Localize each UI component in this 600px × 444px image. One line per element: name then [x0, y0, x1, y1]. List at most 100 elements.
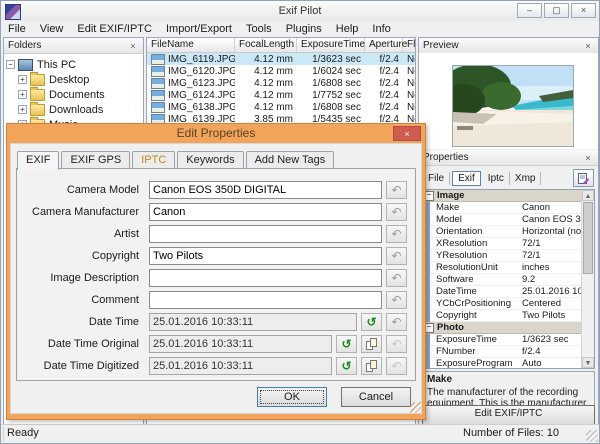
preview-close-icon[interactable]: ×	[582, 41, 594, 51]
property-row[interactable]: YCbCrPositioning Centered	[430, 298, 594, 310]
comment-field[interactable]	[149, 291, 382, 309]
expand-icon[interactable]: +	[18, 75, 27, 84]
property-row[interactable]: FNumber f/2.4	[430, 346, 594, 358]
menu-import-export[interactable]: Import/Export	[159, 23, 239, 35]
field-label: Camera Manufacturer	[32, 206, 139, 218]
tab-xmp[interactable]: Xmp	[510, 171, 542, 185]
image-thumbnail-icon	[151, 101, 165, 113]
set-current-time-button[interactable]: ↺	[336, 335, 357, 353]
expand-icon[interactable]: +	[18, 90, 27, 99]
artist-field[interactable]	[149, 225, 382, 243]
undo-button[interactable]: ↶	[386, 247, 407, 265]
exposure-cell: 1/6808 sec	[312, 101, 361, 113]
set-current-time-button[interactable]: ↺	[336, 357, 357, 375]
property-row[interactable]: ExposureProgram Auto	[430, 358, 594, 368]
undo-button[interactable]: ↶	[386, 291, 407, 309]
undo-button[interactable]: ↶	[386, 203, 407, 221]
undo-button[interactable]: ↶	[386, 335, 407, 353]
property-row[interactable]: DateTime 25.01.2016 10:3...	[430, 286, 594, 298]
preview-area	[419, 53, 598, 149]
scroll-up-icon[interactable]: ▲	[582, 190, 594, 201]
tree-item-desktop[interactable]: + Desktop	[6, 71, 141, 87]
tab-exif-gps[interactable]: EXIF GPS	[61, 151, 131, 168]
table-row[interactable]: IMG_6119.JPG 4.12 mm 1/3623 sec f/2.4 No…	[147, 53, 415, 65]
group-row-photo[interactable]: − Photo	[423, 322, 594, 334]
minimize-button[interactable]: –	[517, 3, 542, 18]
copy-date-button[interactable]	[361, 335, 382, 353]
edit-exif-iptc-button[interactable]: Edit EXIF/IPTC	[422, 405, 595, 425]
tree-label: This PC	[37, 58, 77, 71]
properties-scrollbar[interactable]: ▲ ▼	[581, 190, 594, 368]
table-row[interactable]: IMG_6123.JPG 4.12 mm 1/6808 sec f/2.4 No…	[147, 77, 415, 89]
undo-icon: ↶	[391, 227, 402, 241]
image-description-field[interactable]	[149, 269, 382, 287]
menu-view[interactable]: View	[33, 23, 71, 35]
column-focallength[interactable]: FocalLength	[235, 38, 297, 52]
copy-date-button[interactable]	[361, 357, 382, 375]
ok-button[interactable]: OK	[257, 387, 327, 407]
resize-grip[interactable]	[586, 430, 598, 442]
camera-manufacturer-field[interactable]	[149, 203, 382, 221]
property-row[interactable]: ResolutionUnit inches	[430, 262, 594, 274]
tab-exif[interactable]: EXIF	[17, 151, 60, 170]
menu-tools[interactable]: Tools	[239, 23, 279, 35]
table-row[interactable]: IMG_6120.JPG 4.12 mm 1/6024 sec f/2.4 No…	[147, 65, 415, 77]
property-row[interactable]: Software 9.2	[430, 274, 594, 286]
group-row-image[interactable]: − Image	[423, 190, 594, 202]
tree-item-downloads[interactable]: + Downloads	[6, 101, 141, 117]
menu-plugins[interactable]: Plugins	[279, 23, 329, 35]
tree-item-this-pc[interactable]: − This PC	[6, 57, 141, 72]
edit-properties-button[interactable]	[573, 169, 594, 187]
undo-button[interactable]: ↶	[386, 357, 407, 375]
column-filename[interactable]: FileName	[147, 38, 235, 52]
property-row[interactable]: OrientationHorizontal (normal)	[430, 226, 594, 238]
undo-button[interactable]: ↶	[386, 225, 407, 243]
property-row[interactable]: YResolution 72/1	[430, 250, 594, 262]
undo-button[interactable]: ↶	[386, 181, 407, 199]
undo-icon: ↶	[391, 359, 402, 373]
group-label: Photo	[437, 322, 464, 333]
set-current-time-button[interactable]: ↺	[361, 313, 382, 331]
collapse-icon[interactable]: −	[6, 60, 15, 69]
menu-file[interactable]: File	[1, 23, 33, 35]
column-flash[interactable]: Flash	[403, 38, 415, 52]
file-list-header: FileName FocalLength ExposureTime Apertu…	[147, 38, 415, 53]
properties-close-icon[interactable]: ×	[582, 153, 594, 163]
menu-info[interactable]: Info	[365, 23, 397, 35]
expand-icon[interactable]: +	[18, 105, 27, 114]
undo-button[interactable]: ↶	[386, 269, 407, 287]
image-thumbnail-icon	[151, 89, 165, 101]
table-row[interactable]: IMG_6138.JPG 4.12 mm 1/6808 sec f/2.4 No…	[147, 101, 415, 113]
menu-help[interactable]: Help	[329, 23, 366, 35]
table-row[interactable]: IMG_6124.JPG 4.12 mm 1/7752 sec f/2.4 No…	[147, 89, 415, 101]
copyright-field[interactable]	[149, 247, 382, 265]
close-button[interactable]: ×	[571, 3, 596, 18]
menu-edit-exif-iptc[interactable]: Edit EXIF/IPTC	[70, 23, 159, 35]
property-row[interactable]: Make Canon	[430, 202, 594, 214]
tab-iptc[interactable]: IPTC	[132, 151, 176, 168]
column-aperture[interactable]: Aperture	[365, 38, 407, 52]
cancel-button[interactable]: Cancel	[341, 387, 411, 407]
property-row[interactable]: XResolution 72/1	[430, 238, 594, 250]
computer-icon	[18, 58, 33, 71]
camera-model-field[interactable]	[149, 181, 382, 199]
tab-keywords[interactable]: Keywords	[177, 151, 244, 168]
property-row[interactable]: Model Canon EOS 350	[430, 214, 594, 226]
aperture-cell: f/2.4	[379, 65, 399, 77]
prop-key: YCbCrPositioning	[436, 298, 511, 309]
property-row[interactable]: Copyright Two Pilots	[430, 310, 594, 322]
property-row[interactable]: ExposureTime 1/3623 sec	[430, 334, 594, 346]
scrollbar-thumb[interactable]	[583, 202, 593, 274]
dialog-close-button[interactable]: ×	[393, 126, 421, 141]
tree-item-documents[interactable]: + Documents	[6, 86, 141, 102]
folders-close-icon[interactable]: ×	[127, 41, 139, 51]
maximize-button[interactable]: ▢	[544, 3, 569, 18]
scroll-down-icon[interactable]: ▼	[582, 357, 594, 368]
tab-exif[interactable]: Exif	[452, 170, 481, 186]
column-exposuretime[interactable]: ExposureTime	[297, 38, 365, 52]
tab-add-new-tags[interactable]: Add New Tags	[245, 151, 335, 168]
tab-file[interactable]: File	[423, 171, 451, 185]
undo-button[interactable]: ↶	[386, 313, 407, 331]
dialog-resize-grip[interactable]	[410, 402, 421, 413]
tab-iptc[interactable]: Iptc	[483, 171, 510, 185]
